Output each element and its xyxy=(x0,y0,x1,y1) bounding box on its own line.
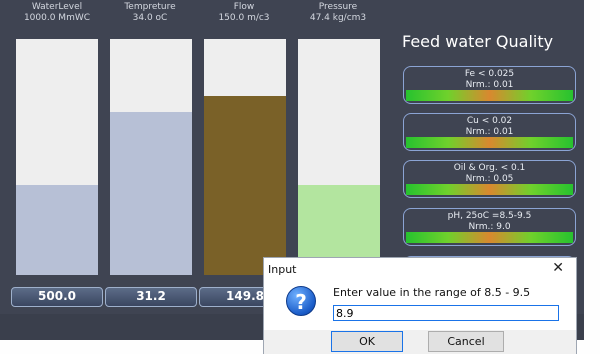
gauge-title: Pressure xyxy=(318,2,358,12)
quality-bar xyxy=(406,90,573,101)
gauge-header-temperature: Tempreture 34.0 oC xyxy=(102,2,198,24)
quality-bar xyxy=(406,232,573,243)
gauge-header-waterlevel: WaterLevel 1000.0 MmWC xyxy=(9,2,105,24)
dialog-title: Input xyxy=(268,263,297,276)
dialog-footer: OK Cancel xyxy=(264,330,576,354)
gauge-title: Flow xyxy=(233,2,255,12)
quality-card-oil[interactable]: Oil & Org. < 0.1 Nrm.: 0.05 xyxy=(403,160,576,198)
value-input[interactable] xyxy=(333,305,559,321)
quality-limit: Cu < 0.02 xyxy=(466,116,513,126)
pressure-bar xyxy=(298,39,380,275)
dialog-prompt: Enter value in the range of 8.5 - 9.5 xyxy=(333,286,531,299)
temperature-bar xyxy=(110,39,192,275)
waterlevel-bar xyxy=(16,39,98,275)
close-icon[interactable]: ✕ xyxy=(552,260,564,276)
quality-limit: Oil & Org. < 0.1 xyxy=(453,163,526,173)
gauge-header-flow: Flow 150.0 m/c3 xyxy=(196,2,292,24)
question-icon: ? xyxy=(286,286,316,316)
gauge-title: WaterLevel xyxy=(31,2,83,12)
gauge-title: Tempreture xyxy=(124,2,176,12)
waterlevel-value[interactable]: 500.0 xyxy=(11,287,103,307)
quality-bar xyxy=(406,184,573,195)
quality-card-ph[interactable]: pH, 25oC =8.5-9.5 Nrm.: 9.0 xyxy=(403,208,576,246)
ok-button[interactable]: OK xyxy=(331,331,403,352)
gauge-reading: 34.0 oC xyxy=(132,13,168,23)
cancel-button[interactable]: Cancel xyxy=(428,331,504,352)
input-dialog: Input ✕ ? Enter value in the range of 8.… xyxy=(263,257,577,354)
quality-card-cu[interactable]: Cu < 0.02 Nrm.: 0.01 xyxy=(403,113,576,151)
quality-card-fe[interactable]: Fe < 0.025 Nrm.: 0.01 xyxy=(403,66,576,104)
temperature-value[interactable]: 31.2 xyxy=(105,287,197,307)
gauge-reading: 47.4 kg/cm3 xyxy=(309,13,367,23)
feed-water-quality-title: Feed water Quality xyxy=(402,32,554,51)
gauge-header-pressure: Pressure 47.4 kg/cm3 xyxy=(290,2,386,24)
quality-limit: pH, 25oC =8.5-9.5 xyxy=(447,211,532,221)
flow-bar xyxy=(204,39,286,275)
quality-bar xyxy=(406,137,573,148)
temperature-fill xyxy=(110,112,192,275)
flow-fill xyxy=(204,95,286,275)
dialog-body: ? Enter value in the range of 8.5 - 9.5 xyxy=(264,280,576,333)
gauge-reading: 150.0 m/c3 xyxy=(218,13,270,23)
gauge-reading: 1000.0 MmWC xyxy=(23,13,91,23)
waterlevel-fill xyxy=(16,185,98,275)
quality-limit: Fe < 0.025 xyxy=(464,69,515,79)
